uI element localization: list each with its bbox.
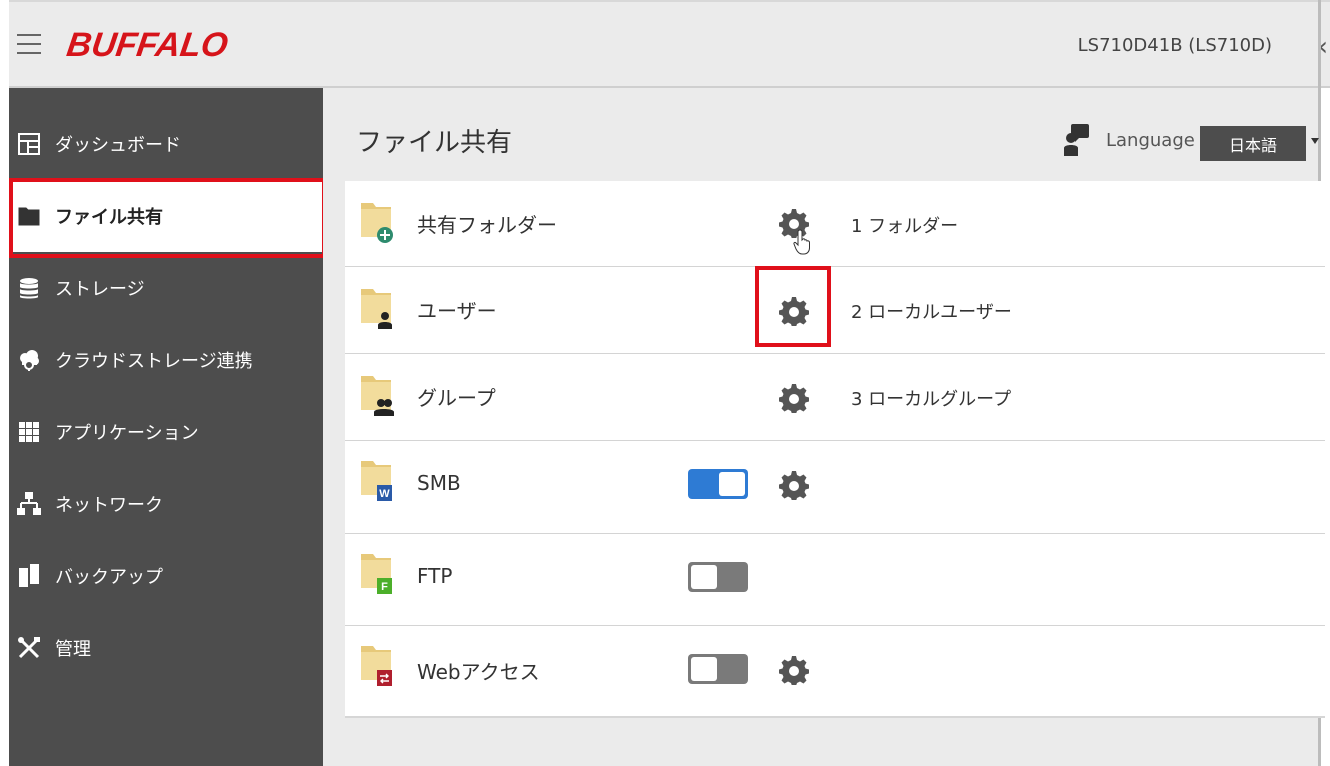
dashboard-icon [17,132,41,156]
toggle-knob [719,472,745,496]
local-group-count: 3 ローカルグループ [851,389,1012,410]
list-item-users[interactable]: ユーザー 2 ローカルユーザー [345,267,1325,354]
tools-icon [17,636,41,660]
sidebar-item-network[interactable]: ネットワーク [9,468,323,540]
svg-text:W: W [379,488,390,500]
cloud-icon [17,348,41,372]
shared-folder-add-icon [361,203,393,243]
local-user-count: 2 ローカルユーザー [851,302,1012,323]
sidebar-item-label: ネットワーク [55,495,163,516]
language-label: Language [1106,130,1195,151]
sidebar-item-label: アプリケーション [55,423,199,444]
gear-icon[interactable] [779,655,809,685]
main-content: ファイル共有 Language 日本語 共有フォルダー 1 フォルダー ユーザー [323,88,1325,766]
hamburger-menu-icon[interactable] [17,34,41,56]
row-label: ユーザー [417,299,497,323]
device-name: LS710D41B (LS710D) [1077,35,1272,56]
web-access-folder-icon [361,646,392,686]
user-folder-icon [361,289,392,329]
buffalo-logo: BUFFALO [64,26,231,64]
sidebar: ダッシュボード ファイル共有 ストレージ クラウドストレージ連携 アプリケーショ… [9,88,326,766]
apps-grid-icon [17,420,41,444]
row-label: グループ [417,386,496,410]
sidebar-item-label: 管理 [55,639,91,660]
sidebar-item-backup[interactable]: バックアップ [9,540,323,612]
sidebar-item-file-sharing[interactable]: ファイル共有 [9,180,323,252]
row-label: SMB [417,471,461,495]
chevron-down-icon[interactable] [1311,138,1319,144]
sidebar-item-label: クラウドストレージ連携 [55,351,253,372]
svg-text:F: F [381,581,388,593]
list-item-web-access[interactable]: Webアクセス [345,626,1325,718]
app-root: BUFFALO LS710D41B (LS710D) ‹ ダッシュボード ファイ… [0,0,1330,766]
ftp-folder-icon: F [361,554,392,594]
backup-icon [17,564,41,588]
gear-icon[interactable] [779,470,809,500]
settings-card: 共有フォルダー 1 フォルダー ユーザー 2 ローカルユーザー グループ 3 ロ… [345,181,1325,718]
web-access-toggle[interactable] [688,654,748,684]
row-label: Webアクセス [417,660,540,684]
gear-icon[interactable] [779,296,809,326]
toggle-knob [691,657,717,681]
top-header: BUFFALO LS710D41B (LS710D) ‹ [9,0,1330,88]
page-title: ファイル共有 [356,128,513,158]
ftp-toggle[interactable] [688,562,748,592]
gear-icon[interactable] [779,383,809,413]
row-label: 共有フォルダー [417,213,557,237]
list-item-shared-folders[interactable]: 共有フォルダー 1 フォルダー [345,181,1325,267]
sidebar-item-management[interactable]: 管理 [9,612,323,684]
sidebar-item-applications[interactable]: アプリケーション [9,396,323,468]
row-label: FTP [417,564,453,588]
language-select[interactable]: 日本語 [1200,126,1306,161]
sidebar-item-cloud[interactable]: クラウドストレージ連携 [9,324,323,396]
sidebar-item-dashboard[interactable]: ダッシュボード [9,108,323,180]
storage-icon [17,276,41,300]
sidebar-item-label: ストレージ [55,279,145,300]
list-item-groups[interactable]: グループ 3 ローカルグループ [345,354,1325,441]
language-icon [1064,124,1089,156]
sidebar-item-label: ファイル共有 [55,207,163,228]
folder-icon [17,204,41,228]
smb-folder-icon: W [361,461,392,501]
network-icon [17,492,41,516]
sidebar-item-storage[interactable]: ストレージ [9,252,323,324]
sidebar-item-label: ダッシュボード [55,135,181,156]
toggle-knob [691,565,717,589]
list-item-smb[interactable]: W SMB [345,441,1325,534]
sidebar-item-label: バックアップ [55,567,163,588]
group-folder-icon [361,376,394,416]
folder-count: 1 フォルダー [851,216,959,237]
smb-toggle[interactable] [688,469,748,499]
gear-icon[interactable] [779,208,809,238]
list-item-ftp[interactable]: F FTP [345,534,1325,626]
